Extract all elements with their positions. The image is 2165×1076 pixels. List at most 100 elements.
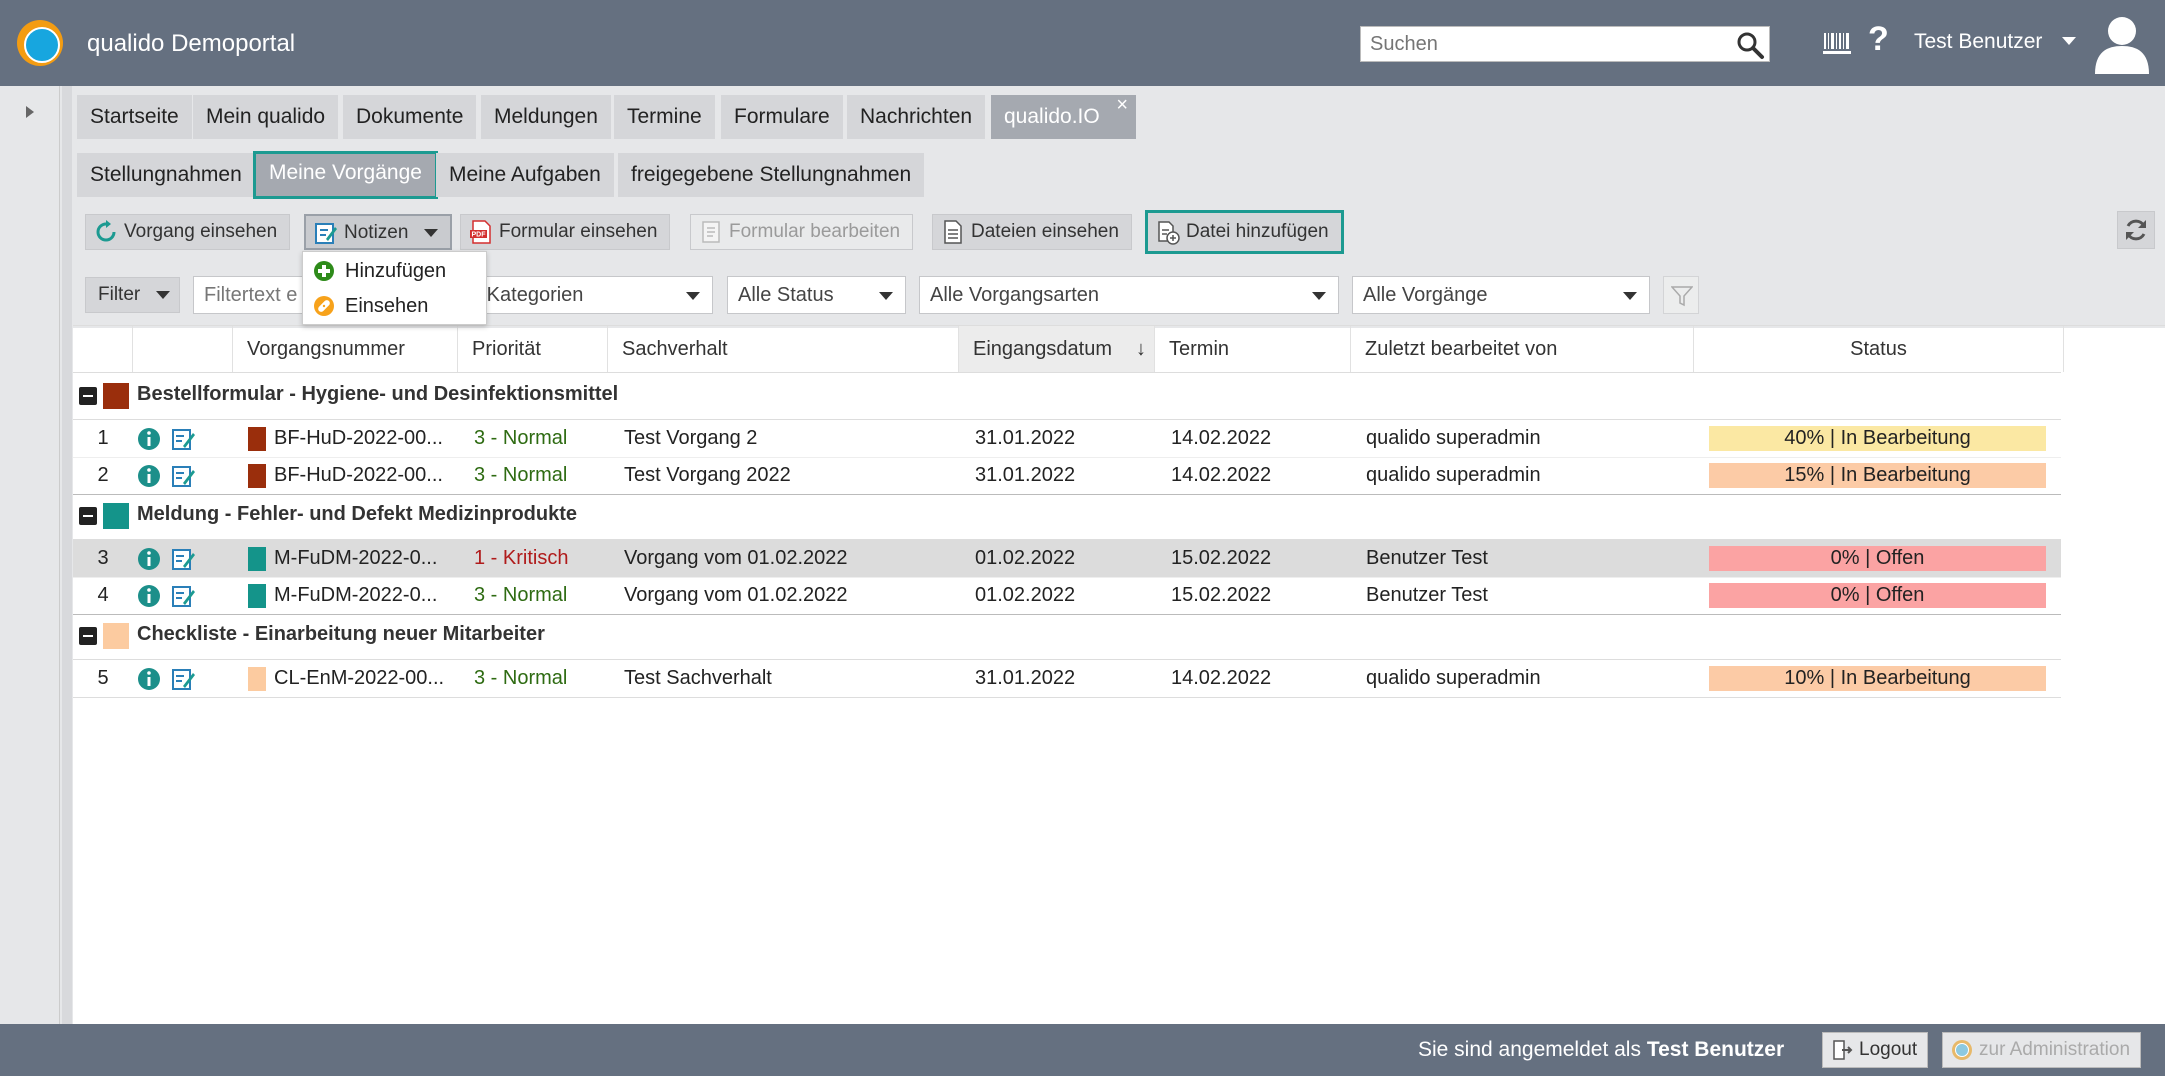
tab-meine-aufgaben[interactable]: Meine Aufgaben [436, 153, 614, 197]
priority: 3 - Normal [474, 427, 568, 449]
table-row[interactable]: 5 CL-EnM-2022-00... 3 - Normal Test Sach… [73, 660, 2061, 697]
close-icon[interactable]: × [1116, 83, 1128, 127]
notes-menu-add[interactable]: Hinzufügen [303, 254, 486, 288]
chevron-down-icon [155, 290, 170, 299]
last-edited-by: Benutzer Test [1366, 584, 1488, 606]
view-case-button[interactable]: Vorgang einsehen [85, 214, 291, 250]
info-icon[interactable] [137, 427, 161, 451]
cases-select[interactable]: Alle Vorgänge [1352, 276, 1650, 314]
group-row: Bestellformular - Hygiene- und Desinfekt… [73, 376, 2061, 416]
table-row[interactable]: 2 BF-HuD-2022-00... 3 - Normal Test Vorg… [73, 457, 2061, 494]
collapse-icon[interactable] [79, 507, 97, 525]
view-case-label: Vorgang einsehen [124, 221, 278, 242]
table-row[interactable]: 1 BF-HuD-2022-00... 3 - Normal Test Vorg… [73, 420, 2061, 457]
column-header-due[interactable]: Termin [1155, 326, 1351, 372]
row-index: 1 [97, 427, 109, 449]
help-icon[interactable]: ? [1868, 20, 1889, 59]
due-date: 14.02.2022 [1171, 464, 1272, 486]
collapse-icon[interactable] [79, 387, 97, 405]
refresh-icon [2126, 219, 2146, 241]
add-file-button[interactable]: Datei hinzufügen [1145, 210, 1344, 254]
group-label: Checkliste - Einarbeitung neuer Mitarbei… [137, 623, 545, 645]
tab-stellungnahmen[interactable]: Stellungnahmen [77, 153, 255, 197]
category-select[interactable]: e Kategorien [460, 276, 713, 314]
collapse-icon[interactable] [79, 627, 97, 645]
received-date: 01.02.2022 [975, 547, 1076, 569]
category-select-value: e Kategorien [470, 284, 584, 306]
tab-nachrichten[interactable]: Nachrichten [847, 95, 986, 139]
filter-dropdown-button[interactable]: Filter [85, 277, 180, 313]
table-row[interactable]: 3 M-FuDM-2022-0... 1 - Kritisch Vorgang … [73, 540, 2061, 577]
qualido-logo[interactable] [17, 20, 63, 66]
filter-text-placeholder: Filtertext e [204, 284, 298, 306]
column-header-subject[interactable]: Sachverhalt [608, 326, 959, 372]
edit-note-icon[interactable] [171, 427, 197, 451]
case-number: M-FuDM-2022-0... [274, 547, 438, 569]
priority: 3 - Normal [474, 584, 568, 606]
view-form-button[interactable]: PDF Formular einsehen [460, 214, 671, 250]
tab-startseite[interactable]: Startseite [77, 95, 192, 139]
bandage-icon [314, 296, 334, 316]
info-icon[interactable] [137, 584, 161, 608]
status-badge: 40% | In Bearbeitung [1709, 426, 2046, 451]
edit-note-icon[interactable] [171, 584, 197, 608]
sort-arrow-icon: ↓ [1136, 338, 1146, 360]
sidebar-expand-icon[interactable] [24, 104, 36, 120]
row-index: 4 [97, 584, 109, 606]
document-icon [944, 220, 962, 244]
view-files-button[interactable]: Dateien einsehen [932, 214, 1132, 250]
reload-button[interactable] [2117, 211, 2155, 249]
case-type-select-value: Alle Vorgangsarten [930, 284, 1100, 306]
edit-note-icon[interactable] [171, 464, 197, 488]
chevron-down-icon[interactable] [2061, 33, 2077, 49]
info-icon[interactable] [137, 464, 161, 488]
row-color-swatch [248, 464, 266, 488]
notes-dropdown-button[interactable]: Notizen [304, 214, 452, 250]
status-select-value: Alle Status [738, 284, 834, 306]
tab-qualido-io[interactable]: qualido.IO × [991, 94, 1136, 139]
tab-meine-vorgaenge[interactable]: Meine Vorgänge [253, 151, 438, 199]
notes-menu-view[interactable]: Einsehen [303, 289, 486, 323]
column-header-actions [133, 326, 233, 372]
case-type-select[interactable]: Alle Vorgangsarten [919, 276, 1339, 314]
tab-formulare[interactable]: Formulare [721, 95, 843, 139]
column-header-index [73, 326, 133, 372]
refresh-cycle-icon [96, 220, 116, 242]
search-input[interactable] [1361, 27, 1721, 61]
column-header-number[interactable]: Vorgangsnummer [233, 326, 458, 372]
status-badge: 0% | Offen [1709, 583, 2046, 608]
column-header-priority[interactable]: Priorität [458, 326, 608, 372]
column-header-received[interactable]: Eingangsdatum ↓ [959, 326, 1155, 372]
logout-button[interactable]: Logout [1822, 1032, 1929, 1068]
group-row: Meldung - Fehler- und Defekt Medizinprod… [73, 496, 2061, 536]
tab-dokumente[interactable]: Dokumente [343, 95, 477, 139]
search-icon[interactable] [1735, 30, 1765, 60]
status-badge: 0% | Offen [1709, 546, 2046, 571]
tab-freigegebene-stellungnahmen[interactable]: freigegebene Stellungnahmen [618, 153, 925, 197]
footer-bar: Sie sind angemeldet als Test Benutzer Lo… [0, 1024, 2165, 1076]
info-icon[interactable] [137, 667, 161, 691]
user-menu[interactable]: Test Benutzer [1914, 30, 2042, 54]
table-row[interactable]: 4 M-FuDM-2022-0... 3 - Normal Vorgang vo… [73, 577, 2061, 614]
group-label: Meldung - Fehler- und Defekt Medizinprod… [137, 503, 577, 525]
info-icon[interactable] [137, 547, 161, 571]
admin-button[interactable]: zur Administration [1942, 1032, 2142, 1068]
edit-note-icon[interactable] [171, 547, 197, 571]
edit-form-button[interactable]: Formular bearbeiten [690, 214, 914, 250]
edit-note-icon[interactable] [171, 667, 197, 691]
last-edited-by: qualido superadmin [1366, 667, 1541, 689]
tab-termine[interactable]: Termine [614, 95, 715, 139]
row-divider [73, 614, 2061, 615]
barcode-icon[interactable] [1822, 30, 1852, 56]
due-date: 15.02.2022 [1171, 547, 1272, 569]
tab-mein-qualido[interactable]: Mein qualido [193, 95, 339, 139]
subject: Test Vorgang 2 [624, 427, 758, 449]
subject: Vorgang vom 01.02.2022 [624, 547, 848, 569]
column-header-status[interactable]: Status [1694, 326, 2064, 372]
column-header-last-edited[interactable]: Zuletzt bearbeitet von [1351, 326, 1694, 372]
avatar[interactable] [2093, 14, 2151, 74]
tab-meldungen[interactable]: Meldungen [481, 95, 611, 139]
status-select[interactable]: Alle Status [727, 276, 906, 314]
clear-filter-button[interactable] [1663, 276, 1699, 314]
chevron-down-icon [686, 292, 700, 300]
